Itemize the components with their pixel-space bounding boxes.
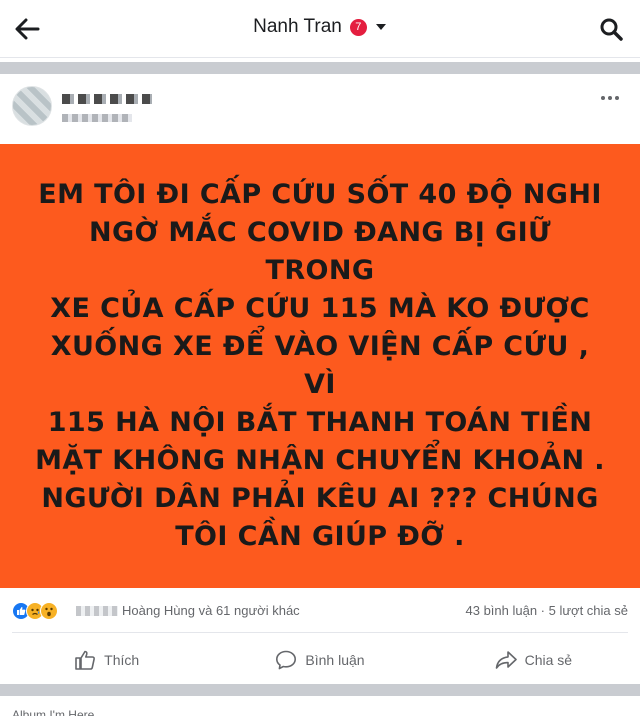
share-button[interactable]: Chia sẻ (427, 640, 640, 680)
post-text: EM TÔI ĐI CẤP CỨU SỐT 40 ĐỘ NGHI NGỜ MẮC… (35, 179, 605, 552)
page-title: Nanh Tran (253, 16, 342, 37)
more-dot (608, 96, 612, 100)
top-bar: Nanh Tran 7 (0, 0, 640, 58)
share-icon (495, 651, 517, 669)
post-meta-redacted (62, 114, 132, 122)
post-header (0, 74, 640, 144)
profile-title-group[interactable]: Nanh Tran 7 (0, 16, 640, 38)
divider (12, 632, 628, 633)
share-label: Chia sẻ (524, 652, 573, 668)
notification-badge: 7 (349, 18, 367, 36)
caret-down-icon[interactable] (375, 23, 387, 31)
post-content-card[interactable]: EM TÔI ĐI CẤP CỨU SỐT 40 ĐỘ NGHI NGỜ MẮC… (0, 144, 640, 588)
like-button[interactable]: Thích (0, 640, 213, 680)
reactor-name-redacted (76, 606, 118, 616)
search-button[interactable] (596, 14, 626, 44)
comment-label: Bình luận (305, 652, 365, 668)
post-actions: Thích Bình luận Chia sẻ (0, 640, 640, 680)
wow-reaction-icon (40, 602, 58, 620)
next-post-title[interactable]: Album I'm Here (12, 708, 94, 716)
author-name-redacted[interactable] (62, 94, 152, 104)
more-dot (615, 96, 619, 100)
like-label: Thích (104, 652, 140, 668)
feed-separator (0, 684, 640, 696)
reaction-icons (12, 602, 58, 620)
comment-icon (276, 650, 297, 670)
avatar[interactable] (12, 86, 52, 126)
more-options-button[interactable] (596, 88, 624, 108)
more-horizontal-icon (601, 96, 605, 100)
search-icon (600, 18, 623, 41)
reactor-names[interactable]: Hoàng Hùng và 61 người khác (122, 603, 300, 618)
engagement-counts[interactable]: 43 bình luận · 5 lượt chia sẻ (466, 603, 629, 618)
thumbs-up-icon (75, 650, 96, 670)
feed-separator (0, 62, 640, 74)
reactions-summary[interactable]: Hoàng Hùng và 61 người khác 43 bình luận… (0, 596, 640, 624)
comment-button[interactable]: Bình luận (213, 640, 426, 680)
